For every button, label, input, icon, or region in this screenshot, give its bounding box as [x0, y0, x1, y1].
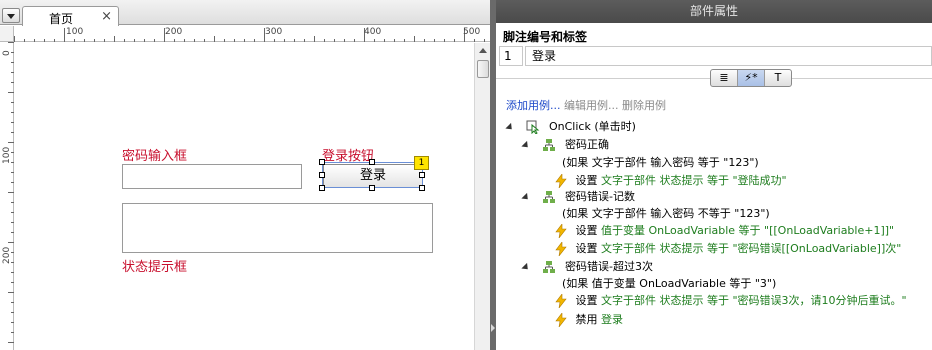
delete-case-link[interactable]: 删除用例 — [622, 99, 666, 112]
tab-home-label: 首页 — [49, 12, 74, 26]
resize-handle-e[interactable] — [419, 172, 425, 178]
action-verb: 设置 — [575, 294, 598, 307]
scrollbar-thumb[interactable] — [477, 60, 489, 78]
footnote-section-title: 脚注编号和标签 — [503, 30, 588, 44]
style-tab[interactable]: T — [765, 70, 791, 86]
case-condition: (如果 文字于部件 输入密码 等于 "123") — [562, 156, 759, 169]
lightning-icon — [555, 242, 567, 256]
event-name: OnClick (单击时) — [549, 120, 636, 133]
ruler-label-v-0: 0 — [2, 50, 12, 56]
ruler-ticks-h — [14, 28, 485, 42]
expand-triangle-icon[interactable] — [505, 122, 515, 132]
tab-home-page[interactable]: 首页 × — [22, 6, 119, 26]
event-onclick-row[interactable]: OnClick (单击时) — [505, 118, 636, 136]
action-target: 文字于部件 状态提示 等于 "密码错误[[OnLoadVariable]]次" — [601, 242, 902, 255]
lightning-icon — [555, 174, 567, 188]
action-verb: 禁用 — [575, 313, 598, 326]
interactions-tab[interactable]: ⚡* — [738, 70, 765, 86]
case-row[interactable]: 密码错误-记数 — [521, 188, 635, 206]
ruler-label-v-200: 200 — [2, 246, 12, 264]
resize-handle-nw[interactable] — [319, 159, 325, 165]
action-target: 值于变量 OnLoadVariable 等于 "[[OnLoadVariable… — [601, 224, 895, 237]
action-row[interactable]: 设置 文字于部件 状态提示 等于 "密码错误[[OnLoadVariable]]… — [554, 240, 901, 258]
edit-case-link[interactable]: 编辑用例... — [564, 99, 619, 112]
action-target: 文字于部件 状态提示 等于 "密码错误3次，请10分钟后重试。" — [601, 294, 907, 307]
ruler-label-v-100: 100 — [2, 146, 12, 164]
resize-handle-w[interactable] — [319, 172, 325, 178]
ruler-ticks-v — [8, 42, 14, 343]
widget-label-field[interactable]: 登录 — [525, 46, 932, 66]
page-editor-pane: 首页 × 100 200 300 400 500 0 100 200 密码输入框… — [0, 0, 490, 350]
close-icon[interactable]: × — [101, 9, 112, 24]
case-condition: (如果 值于变量 OnLoadVariable 等于 "3") — [562, 277, 777, 290]
action-row[interactable]: 禁用 登录 — [554, 311, 623, 329]
action-row[interactable]: 设置 值于变量 OnLoadVariable 等于 "[[OnLoadVaria… — [554, 222, 894, 240]
interaction-icon: ⚡* — [744, 71, 758, 84]
status-message-widget[interactable] — [122, 203, 433, 253]
resize-handle-sw[interactable] — [319, 185, 325, 191]
footnote-number-field[interactable]: 1 — [499, 46, 523, 66]
cursor-event-icon — [526, 120, 539, 134]
case-row[interactable]: 密码正确 — [521, 136, 609, 154]
design-canvas[interactable] — [15, 43, 474, 350]
action-verb: 设置 — [575, 224, 598, 237]
footnote-badge[interactable]: 1 — [414, 156, 429, 170]
notes-tab[interactable]: ≣ — [711, 70, 738, 86]
case-name: 密码错误-超过3次 — [565, 260, 653, 273]
lightning-icon — [555, 313, 567, 327]
action-verb: 设置 — [575, 174, 598, 187]
ruler-label-200: 200 — [165, 27, 183, 37]
collapse-arrow-icon[interactable] — [491, 324, 495, 332]
resize-handle-n[interactable] — [369, 159, 375, 165]
lightning-icon — [555, 224, 567, 238]
action-target: 文字于部件 状态提示 等于 "登陆成功" — [601, 174, 787, 187]
vertical-scrollbar[interactable] — [474, 43, 490, 350]
chevron-down-icon — [7, 14, 15, 19]
scroll-up-arrow-icon[interactable] — [479, 48, 487, 53]
case-action-links: 添加用例... 编辑用例... 删除用例 — [506, 97, 666, 113]
case-name: 密码错误-记数 — [565, 190, 635, 203]
status-box-annotation: 状态提示框 — [122, 260, 188, 275]
horizontal-ruler: 100 200 300 400 500 — [14, 26, 490, 42]
panel-title: 部件属性 — [496, 0, 932, 23]
style-icon: T — [774, 71, 782, 84]
case-icon — [542, 261, 555, 273]
add-case-link[interactable]: 添加用例... — [506, 99, 561, 112]
property-tab-group: ≣ ⚡* T — [710, 69, 792, 87]
widget-properties-panel: 部件属性 脚注编号和标签 1 登录 ≣ ⚡* T 添加用例... 编辑用例...… — [496, 0, 932, 350]
tab-menu-dropdown-button[interactable] — [2, 8, 20, 23]
expand-triangle-icon[interactable] — [521, 192, 531, 202]
page-tab-bar: 首页 × — [0, 0, 490, 26]
resize-handle-s[interactable] — [369, 185, 375, 191]
case-row[interactable]: 密码错误-超过3次 — [521, 258, 653, 276]
ruler-corner — [0, 26, 14, 42]
ruler-label-500: 500 — [463, 27, 481, 37]
password-input-annotation: 密码输入框 — [122, 149, 188, 164]
expand-triangle-icon[interactable] — [521, 140, 531, 150]
notes-icon: ≣ — [719, 71, 729, 84]
ruler-label-300: 300 — [265, 27, 283, 37]
login-button-annotation: 登录按钮 — [322, 149, 375, 164]
resize-handle-se[interactable] — [419, 185, 425, 191]
action-row[interactable]: 设置 文字于部件 状态提示 等于 "密码错误3次，请10分钟后重试。" — [554, 292, 907, 310]
vertical-ruler: 0 100 200 — [0, 42, 14, 350]
lightning-icon — [555, 294, 567, 308]
ruler-label-400: 400 — [364, 27, 382, 37]
action-target: 登录 — [601, 313, 623, 326]
case-icon — [542, 191, 555, 203]
ruler-label-100: 100 — [66, 27, 84, 37]
password-input-widget[interactable] — [122, 164, 302, 189]
expand-triangle-icon[interactable] — [521, 262, 531, 272]
case-icon — [542, 139, 555, 151]
action-verb: 设置 — [575, 242, 598, 255]
case-condition: (如果 文字于部件 输入密码 不等于 "123") — [562, 207, 770, 220]
case-name: 密码正确 — [565, 138, 609, 151]
